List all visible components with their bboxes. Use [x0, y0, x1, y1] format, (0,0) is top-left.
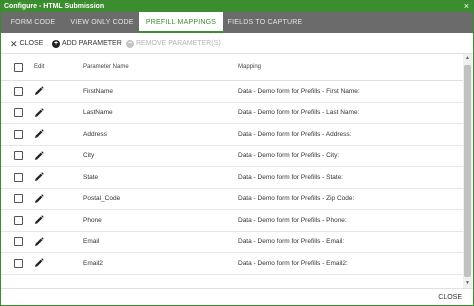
parameter-name-cell: Email [83, 238, 100, 246]
table-row: Postal_Code Data - Demo form for Prefills… [1, 189, 463, 210]
parameter-name-cell: FirstName [83, 87, 113, 95]
dialog-footer: CLOSE [1, 288, 473, 305]
edit-pencil-icon[interactable] [34, 167, 44, 188]
table-row: State Data - Demo form for Prefills - Sta… [1, 167, 463, 189]
mapping-cell: Data - Demo form for Prefills - Phone: [238, 216, 347, 224]
close-toolbar-label: CLOSE [19, 40, 44, 47]
edit-pencil-icon[interactable] [34, 81, 44, 102]
edit-pencil-icon[interactable] [34, 124, 44, 145]
mapping-cell: Data - Demo form for Prefills - Last Nam… [238, 109, 360, 117]
mapping-cell: Data - Demo form for Prefills - Email: [238, 238, 345, 246]
header-mapping: Mapping [238, 64, 262, 70]
window-title: Configure - HTML Submission [4, 3, 105, 10]
table-row: Address Data - Demo form for Prefills - A… [1, 124, 463, 146]
parameter-name-cell: Address [83, 130, 107, 138]
row-checkbox[interactable] [14, 210, 23, 231]
mapping-cell: Data - Demo form for Prefills - State: [238, 173, 344, 181]
row-checkbox[interactable] [14, 146, 23, 167]
tab-fields-to-capture[interactable]: FIELDS TO CAPTURE [223, 12, 307, 33]
tab-bar: FORM CODE VIEW ONLY CODE PREFILL MAPPING… [1, 12, 473, 33]
header-parameter-name: Parameter Name [83, 64, 129, 70]
table-header: Edit Parameter Name Mapping [1, 54, 463, 81]
mapping-cell: Data - Demo form for Prefills - Address: [238, 130, 352, 138]
tab-prefill-mappings[interactable]: PREFILL MAPPINGS [139, 12, 223, 33]
close-footer-button[interactable]: CLOSE [438, 289, 462, 306]
parameter-name-cell: Email2 [83, 259, 103, 267]
parameter-name-cell: Postal_Code [83, 195, 121, 203]
parameter-name-cell: Phone [83, 216, 102, 224]
add-parameter-label: ADD PARAMETER [62, 40, 122, 47]
close-icon: ✕ [10, 38, 18, 49]
edit-pencil-icon[interactable] [34, 232, 44, 253]
edit-pencil-icon[interactable] [34, 103, 44, 124]
tab-view-only-code[interactable]: VIEW ONLY CODE [65, 12, 139, 33]
table-row: City Data - Demo form for Prefills - City… [1, 146, 463, 167]
close-toolbar-button[interactable]: ✕ CLOSE [10, 34, 43, 54]
table-row: FirstName Data - Demo form for Prefills -… [1, 81, 463, 103]
vertical-scrollbar[interactable]: ▲ ▼ [463, 54, 472, 288]
configure-dialog: Configure - HTML Submission × FORM CODE … [0, 0, 474, 306]
scroll-thumb[interactable] [464, 65, 471, 277]
remove-parameters-label: REMOVE PARAMETER(S) [136, 40, 221, 47]
scroll-up-arrow-icon[interactable]: ▲ [463, 54, 472, 63]
parameter-name-cell: LastName [83, 109, 113, 117]
header-edit: Edit [34, 64, 45, 70]
scroll-down-arrow-icon[interactable]: ▼ [463, 279, 472, 288]
row-checkbox[interactable] [14, 167, 23, 188]
row-checkbox[interactable] [14, 232, 23, 253]
edit-pencil-icon[interactable] [34, 253, 44, 274]
select-all-checkbox[interactable] [14, 54, 23, 80]
mapping-cell: Data - Demo form for Prefills - Zip Code… [238, 195, 355, 203]
parameter-name-cell: State [83, 173, 99, 181]
remove-parameters-button[interactable]: − REMOVE PARAMETER(S) [126, 34, 221, 54]
table-row: LastName Data - Demo form for Prefills - … [1, 103, 463, 124]
add-parameter-button[interactable]: + ADD PARAMETER [52, 34, 122, 54]
edit-pencil-icon[interactable] [34, 146, 44, 167]
tab-form-code[interactable]: FORM CODE [1, 12, 65, 33]
toolbar: ✕ CLOSE + ADD PARAMETER − REMOVE PARAMET… [1, 34, 473, 54]
window-close-icon[interactable]: × [464, 1, 469, 12]
row-checkbox[interactable] [14, 253, 23, 274]
row-checkbox[interactable] [14, 103, 23, 124]
minus-circle-icon: − [126, 40, 134, 48]
title-bar: Configure - HTML Submission × [1, 1, 473, 12]
edit-pencil-icon[interactable] [34, 210, 44, 231]
mapping-cell: Data - Demo form for Prefills - City: [238, 152, 340, 160]
table-row: Phone Data - Demo form for Prefills - Pho… [1, 210, 463, 232]
row-checkbox[interactable] [14, 189, 23, 210]
mapping-cell: Data - Demo form for Prefills - First Na… [238, 87, 360, 95]
table-row: Email2 Data - Demo form for Prefills - Em… [1, 253, 463, 275]
row-checkbox[interactable] [14, 81, 23, 102]
table-row: Email Data - Demo form for Prefills - Ema… [1, 232, 463, 253]
mapping-cell: Data - Demo form for Prefills - Email2: [238, 259, 348, 267]
edit-pencil-icon[interactable] [34, 189, 44, 210]
parameter-name-cell: City [83, 152, 95, 160]
row-checkbox[interactable] [14, 124, 23, 145]
plus-circle-icon: + [52, 40, 60, 48]
